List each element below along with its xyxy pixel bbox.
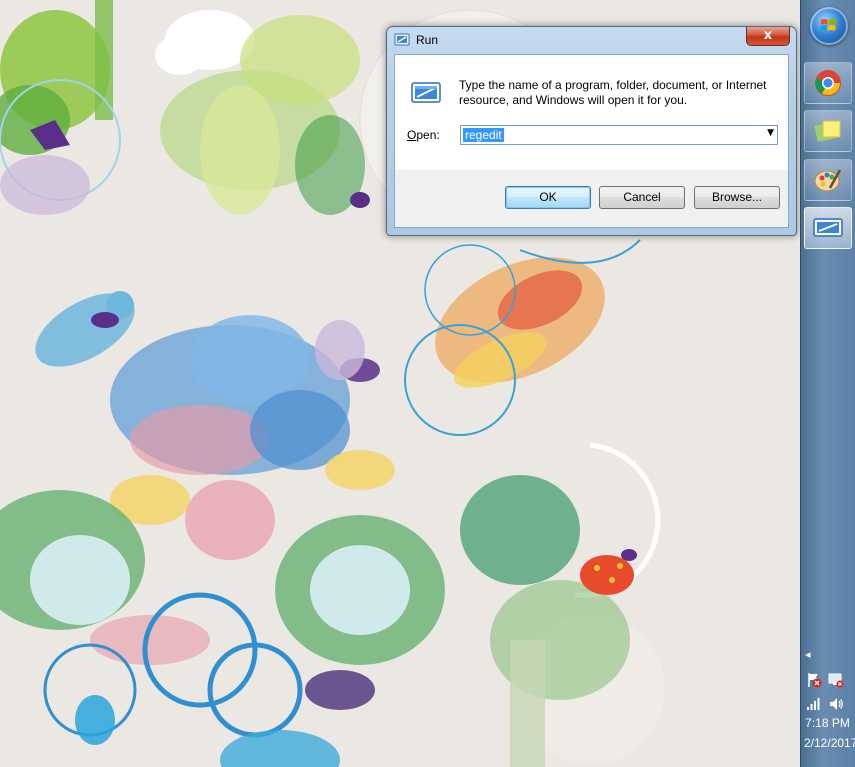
run-description: Type the name of a program, folder, docu… [459, 78, 767, 107]
tray-row-1 [806, 671, 852, 689]
run-program-icon [411, 81, 441, 105]
clock-date[interactable]: 2/12/2017 [800, 736, 855, 750]
start-button[interactable] [810, 7, 848, 45]
run-icon [805, 208, 851, 248]
run-dialog: Run x Type the name of a program, folder… [386, 26, 797, 236]
clock-time[interactable]: 7:18 PM [800, 716, 855, 730]
show-hidden-icons-icon[interactable]: ◂ [805, 648, 811, 661]
cancel-button[interactable]: Cancel [599, 186, 685, 209]
run-icon [394, 33, 410, 47]
close-icon: x [763, 28, 773, 43]
chevron-down-icon[interactable]: ▼ [767, 128, 774, 138]
dialog-content-panel [395, 55, 788, 170]
open-input-value: regedit [463, 128, 504, 142]
browse-button[interactable]: Browse... [694, 186, 780, 209]
open-label-text: pen: [416, 128, 440, 142]
open-input[interactable]: regedit ▼ [460, 125, 778, 145]
sticky-notes-icon [805, 111, 851, 151]
dialog-client-area: Type the name of a program, folder, docu… [394, 54, 789, 228]
network-error-icon[interactable] [828, 672, 844, 688]
taskbar-sticky-notes[interactable] [804, 110, 852, 152]
taskbar-chrome[interactable] [804, 62, 852, 104]
windows-logo-icon [810, 7, 848, 45]
chrome-icon [805, 63, 851, 103]
paint-icon [805, 160, 851, 200]
tray-row-2 [806, 695, 852, 713]
open-label-accesskey: O [407, 128, 417, 142]
taskbar-run[interactable] [804, 207, 852, 249]
close-button[interactable]: x [746, 27, 790, 46]
action-center-flag-icon[interactable] [806, 672, 822, 688]
taskbar-paint[interactable] [804, 159, 852, 201]
open-label: Open: [407, 128, 440, 142]
volume-icon[interactable] [828, 696, 844, 712]
ok-button[interactable]: OK [505, 186, 591, 209]
window-title: Run [416, 33, 439, 47]
signal-strength-icon[interactable] [806, 696, 822, 712]
